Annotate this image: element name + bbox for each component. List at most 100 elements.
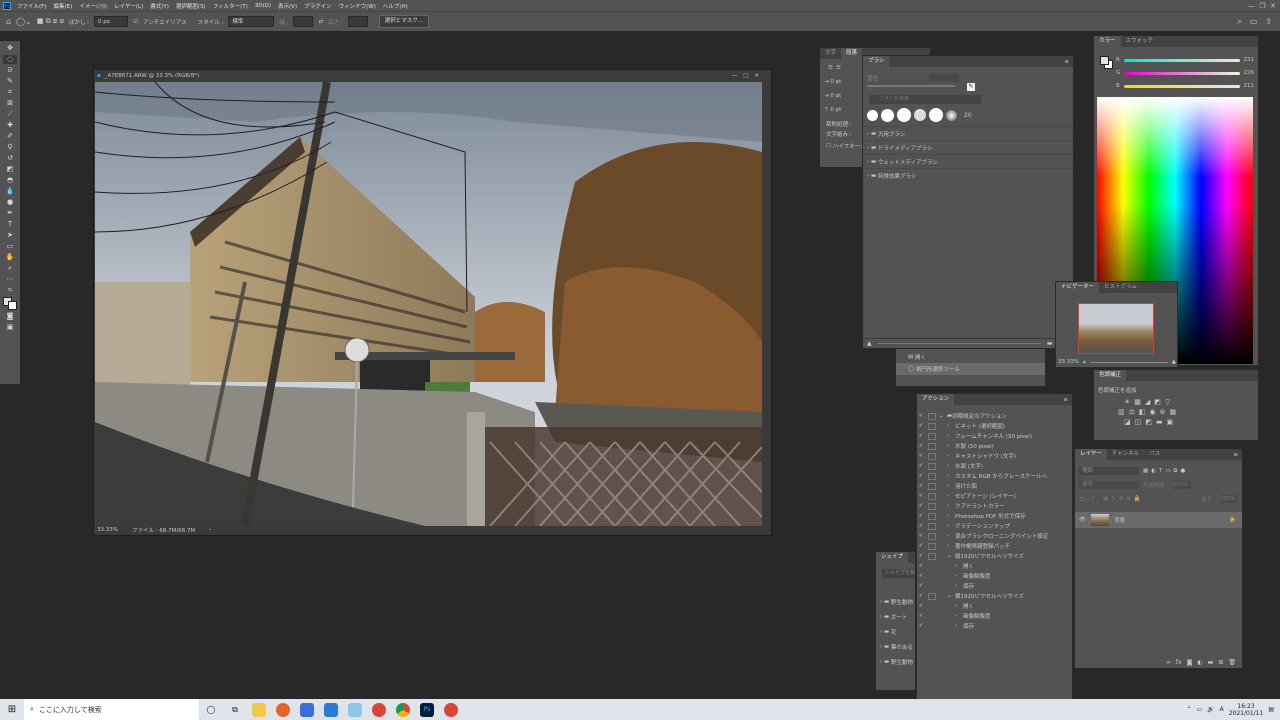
menu-edit[interactable]: 編集(E)	[53, 2, 72, 10]
app-icon[interactable]	[372, 702, 386, 717]
tab-channels[interactable]: チャンネル	[1107, 449, 1144, 460]
new-layer-icon[interactable]: ⊞	[1218, 659, 1223, 666]
invert-icon[interactable]: ◪	[1124, 418, 1131, 426]
posterize-icon[interactable]: ◫	[1135, 418, 1142, 426]
check-icon[interactable]: ✓	[917, 483, 925, 489]
mail-icon[interactable]	[324, 702, 338, 717]
action-item[interactable]: ✓ ⌄ 横1920ピクセルへリサイズ	[917, 591, 1072, 601]
action-item[interactable]: ✓ › キャストシャドウ (文字)	[917, 451, 1072, 461]
cortana-icon[interactable]: ◯	[204, 703, 218, 717]
dialog-toggle-icon[interactable]	[928, 532, 936, 540]
volume-icon[interactable]: 🔊	[1207, 706, 1214, 713]
lock-icons[interactable]: ▦✎✥⧉🔒	[1103, 496, 1143, 503]
action-item[interactable]: ✓ › 溶けた鉛	[917, 481, 1072, 491]
dialog-toggle-icon[interactable]	[928, 432, 936, 440]
blend-mode-select[interactable]: 通常	[1079, 481, 1139, 489]
chevron-right-icon[interactable]: ›	[947, 523, 955, 529]
swap-colors-icon[interactable]: ⇆	[3, 286, 17, 295]
delete-icon[interactable]: 🗑	[1228, 659, 1236, 666]
history-item[interactable]: ▤ 開く	[896, 351, 1045, 363]
menu-view[interactable]: 表示(V)	[278, 2, 297, 10]
tab-adjustments[interactable]: 色調補正	[1094, 370, 1127, 381]
height-input[interactable]	[347, 16, 368, 27]
check-icon[interactable]: ✓	[917, 513, 925, 519]
rectangle-tool-icon[interactable]: ▭	[3, 242, 17, 251]
preview-size-slider[interactable]	[877, 343, 1041, 344]
zoom-out-icon[interactable]: ▴	[1083, 359, 1086, 365]
brush-presets[interactable]: 20	[867, 108, 1073, 122]
action-item[interactable]: ✓ › 混合ブラシクローニングペイント設定	[917, 531, 1072, 541]
brush-folder[interactable]: › ▬ ドライメディアブラシ	[863, 140, 1073, 154]
layer-kind-select[interactable]: 種類	[1079, 467, 1139, 475]
action-item[interactable]: ✓ › グラデーションマップ	[917, 521, 1072, 531]
link-icon[interactable]: ∞	[1166, 659, 1171, 666]
paint-bucket-icon[interactable]: ◓	[3, 176, 17, 185]
indent-first-value[interactable]: 0 pt	[830, 93, 841, 99]
curves-icon[interactable]: ◢	[1145, 398, 1150, 406]
check-icon[interactable]: ✓	[917, 433, 925, 439]
move-tool-icon[interactable]: ✥	[3, 44, 17, 53]
fill-input[interactable]: 100%	[1220, 495, 1238, 503]
app-icon[interactable]	[444, 702, 458, 717]
action-item[interactable]: ✓ › クアドラントカラー	[917, 501, 1072, 511]
chevron-down-icon[interactable]: ⌄	[947, 553, 955, 559]
red-slider[interactable]	[1123, 58, 1240, 62]
dialog-toggle-icon[interactable]	[928, 412, 936, 420]
check-icon[interactable]: ✓	[917, 583, 925, 589]
check-icon[interactable]: ✓	[917, 503, 925, 509]
brush-preset-icon[interactable]	[929, 108, 943, 122]
navigator-zoom[interactable]: 33.33%	[1058, 359, 1079, 365]
shape-folder[interactable]: › ▬ ボート	[876, 609, 915, 624]
dialog-toggle-icon[interactable]	[928, 482, 936, 490]
check-icon[interactable]: ✓	[917, 603, 925, 609]
zoom-readout[interactable]: 33.33%	[97, 527, 118, 533]
action-item[interactable]: ✓ › カスタム RGB からグレースケールへ	[917, 471, 1072, 481]
tab-character[interactable]: 文字	[820, 48, 841, 59]
photoshop-icon[interactable]: Ps	[420, 702, 434, 717]
chevron-right-icon[interactable]: ›	[947, 513, 955, 519]
menu-layer[interactable]: レイヤー(L)	[114, 2, 143, 10]
opacity-input[interactable]: 100%	[1172, 481, 1191, 489]
check-icon[interactable]: ✓	[917, 493, 925, 499]
file-explorer-icon[interactable]	[252, 702, 266, 717]
check-icon[interactable]: ✓	[917, 623, 925, 629]
brush-search-input[interactable]: ブラシを検索	[869, 95, 981, 104]
hand-tool-icon[interactable]: ✋	[3, 253, 17, 262]
brush-preset-icon[interactable]	[881, 108, 894, 122]
check-icon[interactable]: ✓	[917, 453, 925, 459]
check-icon[interactable]: ✓	[917, 563, 925, 569]
shape-folder[interactable]: › ▬ 葉のある	[876, 639, 915, 654]
ime-indicator[interactable]: A	[1220, 706, 1224, 713]
tab-swatches[interactable]: スウォッチ	[1121, 36, 1159, 47]
channel-mixer-icon[interactable]: ⊛	[1160, 408, 1166, 416]
chevron-right-icon[interactable]: ›	[955, 613, 963, 619]
panel-menu-icon[interactable]: ≡	[1063, 397, 1068, 403]
foreground-background-swatch[interactable]	[3, 297, 17, 310]
brightness-icon[interactable]: ☀	[1124, 398, 1130, 406]
shape-folder[interactable]: › ▬ 花	[876, 624, 915, 639]
action-item[interactable]: ✓ › 保存	[917, 581, 1072, 591]
tab-actions[interactable]: アクション	[917, 394, 955, 405]
search-icon[interactable]: ⌕	[1237, 17, 1241, 27]
tab-navigator[interactable]: ナビゲーター	[1056, 282, 1100, 293]
eyedropper-tool-icon[interactable]: ⟋	[3, 110, 17, 119]
green-slider-row[interactable]: G 226	[1116, 68, 1254, 78]
share-icon[interactable]: ⇪	[1265, 17, 1272, 27]
dialog-toggle-icon[interactable]	[928, 592, 936, 600]
chrome-icon[interactable]	[396, 702, 410, 717]
brush-folder[interactable]: › ▬ ウェットメディアブラシ	[863, 154, 1073, 168]
chevron-right-icon[interactable]: ›	[947, 483, 955, 489]
dialog-toggle-icon[interactable]	[928, 472, 936, 480]
lasso-tool-icon[interactable]: ᘐ	[3, 66, 17, 75]
chevron-right-icon[interactable]: ›	[947, 453, 955, 459]
action-item[interactable]: ✓ › Photoshop PDF 形式で保存	[917, 511, 1072, 521]
adjustment-layer-icon[interactable]: ◐	[1197, 659, 1202, 666]
brush-tool-icon[interactable]: ✐	[3, 132, 17, 141]
layer-row-background[interactable]: 👁 背景 🔒	[1075, 512, 1242, 528]
dialog-toggle-icon[interactable]	[928, 502, 936, 510]
align-left-icon[interactable]: ☰	[828, 65, 833, 71]
healing-brush-icon[interactable]: ✚	[3, 121, 17, 130]
photoshop-logo-icon[interactable]: Ps	[3, 1, 11, 10]
chevron-up-icon[interactable]: ⌃	[1186, 706, 1191, 713]
chevron-down-icon[interactable]: ⌄	[947, 593, 955, 599]
